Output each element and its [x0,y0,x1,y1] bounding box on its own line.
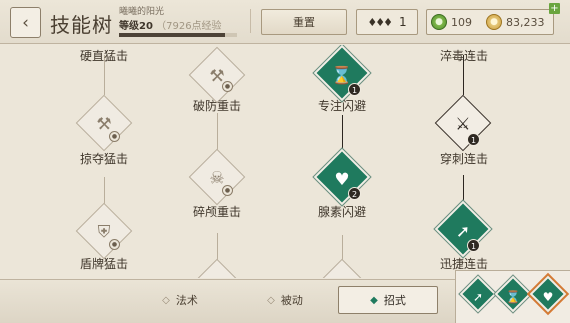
gold-coin-icon: ● [486,14,502,30]
connector-line [342,235,343,261]
add-currency-button[interactable]: + [549,3,560,14]
rank-badge: 1 [348,83,361,96]
rank-badge: 1 [467,133,480,146]
skill-node-shield-smash[interactable]: ⛨ [75,202,133,260]
plus-icon: + [550,3,559,14]
connector-line [342,115,343,153]
level-label: 等级20 [119,21,153,32]
xp-progress-bar [119,33,237,37]
skill-label: 掠夺猛击 [79,152,128,166]
equipped-skills-panel: ➚ ⌛ ♥ [455,270,570,323]
skill-label: 腺素闪避 [317,205,366,219]
skill-node-plunder-smash[interactable]: ⚒ [75,94,133,152]
diamond-outline-icon: ◇ [267,294,275,306]
xp-text: 7926点经验 [166,21,222,32]
skill-tree[interactable]: 硬直猛击 ⚒ ● 掠夺猛击 ⛨ ● 盾牌猛击 ⚒ ● 破防重击 ☠ ● 碎颅重击… [0,45,570,278]
skill-label: 硬直猛击 [79,49,128,63]
swift-blade-icon: ➚ [472,289,484,304]
green-currency-value: 109 [451,16,472,29]
lock-icon: ● [109,239,120,250]
skill-node-adrenaline-dodge[interactable]: ♥ [313,148,371,206]
skill-points-value: 1 [398,15,407,29]
diamond-filled-icon: ◆ [370,294,378,306]
skill-label: 穿刺连击 [439,152,488,166]
xp-progress-fill [119,33,226,37]
rank-badge: 2 [348,187,361,200]
lock-icon: ● [109,131,120,142]
equipped-slot-1[interactable]: ➚ [459,275,497,313]
skill-node-skull-crush[interactable]: ☠ [188,148,246,206]
chevron-left-icon: ‹ [22,12,29,33]
skill-label: 专注闪避 [317,99,366,113]
reset-button[interactable]: 重置 [261,9,347,35]
rank-badge: 1 [467,239,480,252]
equipped-slot-2[interactable]: ⌛ [494,275,532,313]
skill-node-hidden[interactable] [313,258,371,278]
divider [250,9,251,33]
skill-label: 碎颅重击 [192,205,241,219]
player-name: 曦曦的阳光 [119,7,165,17]
skill-node-hidden[interactable] [188,258,246,278]
currency-display: ● 109 ● 83,233 [426,9,554,35]
skill-node-swift-combo[interactable]: ➚ [434,200,492,258]
heart-icon: ♥ [542,289,554,304]
back-button[interactable]: ‹ [10,7,41,38]
skill-node-focus-dodge[interactable]: ⌛ [313,45,371,102]
connector-line [217,113,218,153]
skill-label: 盾牌猛击 [79,257,128,271]
tab-spells[interactable]: ◇ 法术 [140,286,220,314]
top-bar: ‹ 技能树 曦曦的阳光 等级20 （7926点经验 重置 ♦♦♦ 1 ● 109… [0,0,570,44]
tab-passives[interactable]: ◇ 被动 [245,286,325,314]
connector-line [104,177,105,205]
skill-label: 淬毒连击 [439,49,488,63]
skill-points-display: ♦♦♦ 1 [356,9,418,35]
green-coin-icon: ● [431,14,447,30]
diamond-outline-icon: ◇ [162,294,170,306]
level-info: 等级20 （7926点经验 [119,21,222,32]
skill-node-pierce-combo[interactable]: ⚔ [434,94,492,152]
tab-moves[interactable]: ◆ 招式 [338,286,438,314]
equipped-slot-3[interactable]: ♥ [529,275,567,313]
gold-currency-value: 83,233 [506,16,545,29]
page-title: 技能树 [50,13,113,37]
hourglass-icon: ⌛ [505,289,521,304]
lock-icon: ● [222,81,233,92]
triple-diamond-icon: ♦♦♦ [367,15,393,29]
lock-icon: ● [222,185,233,196]
skill-label: 破防重击 [192,99,241,113]
skill-node-guard-break[interactable]: ⚒ [188,46,246,104]
